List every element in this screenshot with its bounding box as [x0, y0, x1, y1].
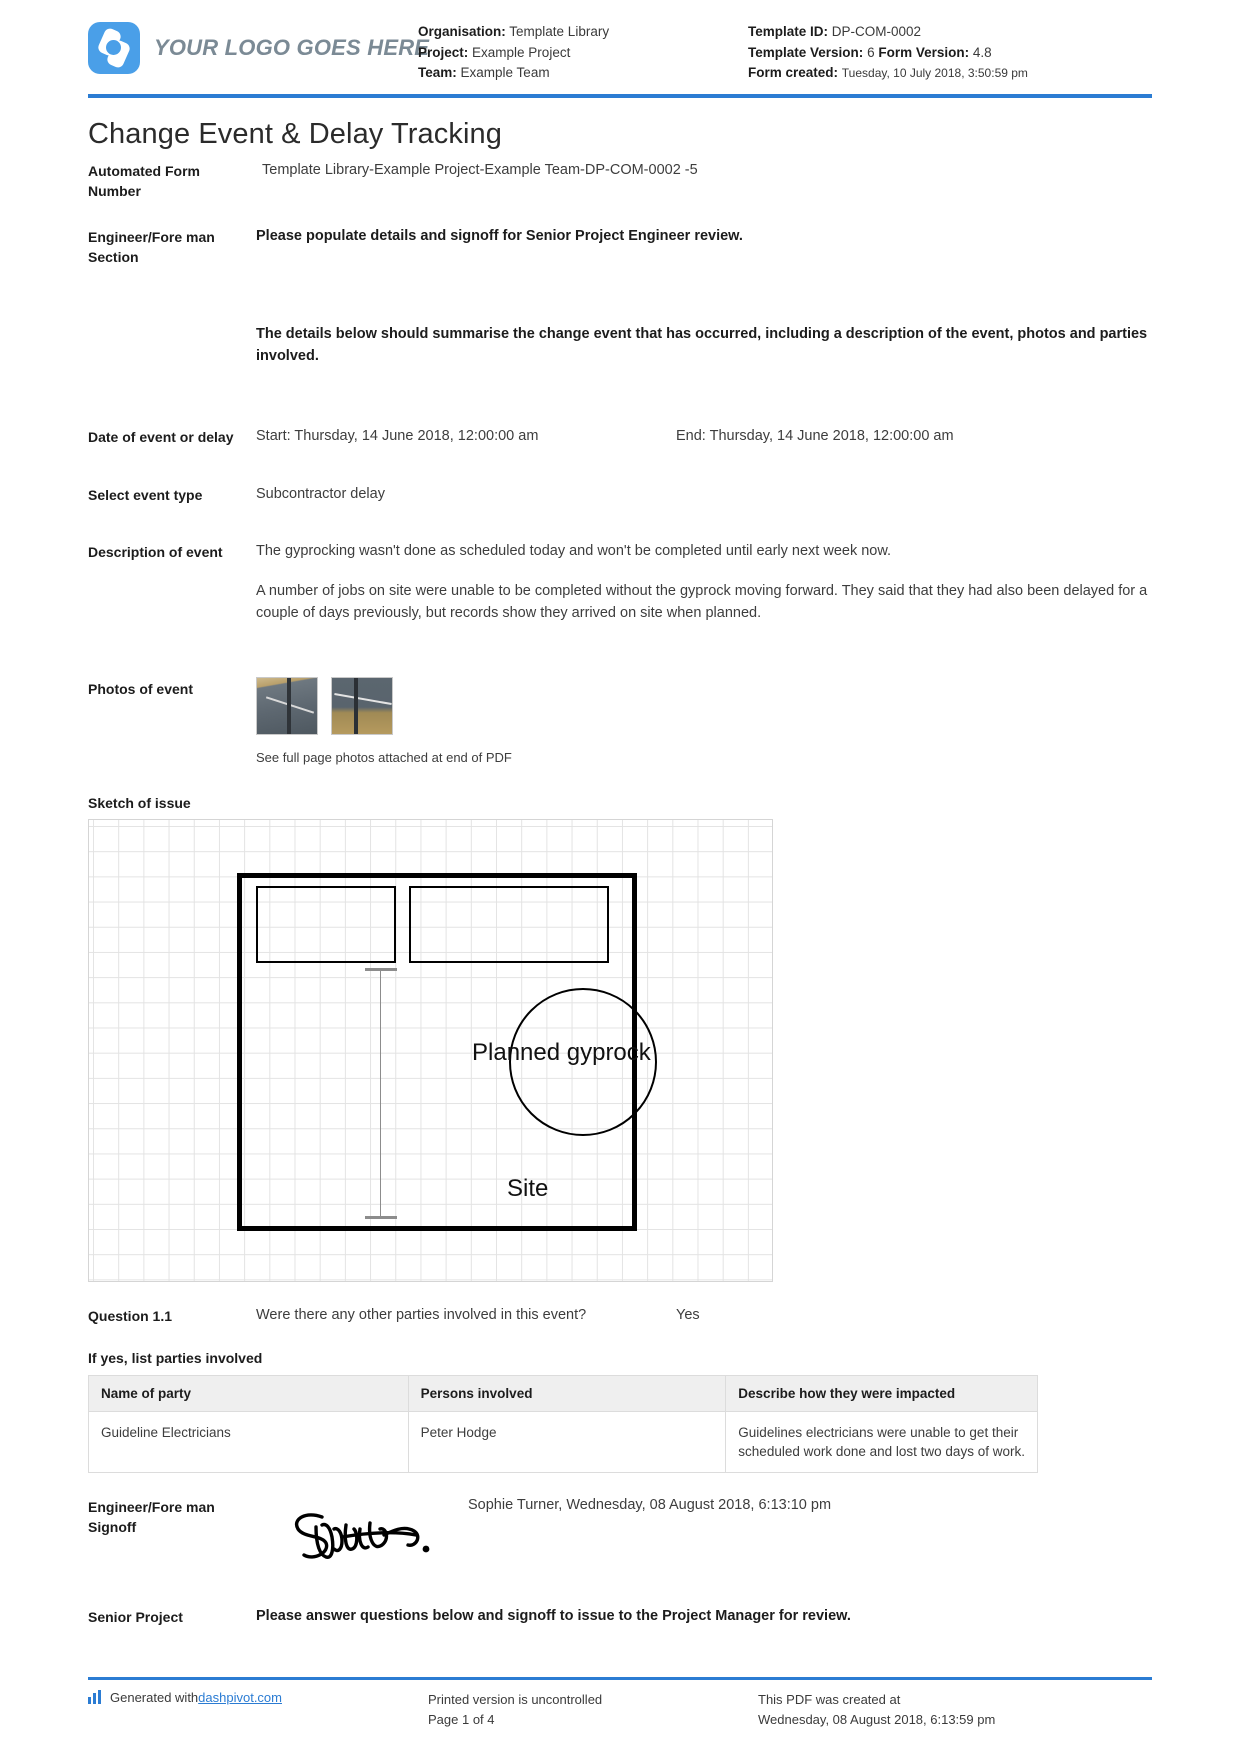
row-engineer-signoff: Engineer/Fore man Signoff Sophie Turner,…: [88, 1495, 1152, 1565]
team-line: Team: Example Team: [418, 63, 748, 84]
description-label: Description of event: [88, 543, 223, 560]
site-photo-2[interactable]: [331, 676, 393, 735]
row-description: Description of event The gyprocking wasn…: [88, 540, 1152, 624]
form-created-value: Tuesday, 10 July 2018, 3:50:59 pm: [841, 66, 1028, 80]
cell-persons-involved: Peter Hodge: [407, 1410, 727, 1473]
parties-subheading: If yes, list parties involved: [88, 1349, 263, 1366]
row-senior-project: Senior Project Please answer questions b…: [88, 1605, 1152, 1627]
team-label: Team:: [418, 65, 457, 80]
template-id-line: Template ID: DP-COM-0002: [748, 22, 1152, 43]
sketch-divider-cap-bottom: [365, 1215, 397, 1219]
row-automated-form-number: Automated Form Number Template Library-E…: [88, 159, 1152, 201]
project-line: Project: Example Project: [418, 43, 748, 64]
footer-created-timestamp: Wednesday, 08 August 2018, 6:13:59 pm: [758, 1712, 996, 1727]
page-title: Change Event & Delay Tracking: [88, 117, 502, 150]
footer-print-info: Printed version is uncontrolled Page 1 o…: [428, 1690, 758, 1730]
senior-project-instruction: Please answer questions below and signof…: [256, 1607, 851, 1624]
sketch-annotation-planned-gyprock: Planned gyprock: [472, 1038, 651, 1066]
footer-created-info: This PDF was created at Wednesday, 08 Au…: [758, 1690, 1152, 1730]
parties-table: Name of party Persons involved Describe …: [88, 1374, 1038, 1473]
row-photos: Photos of event See full page photos att…: [88, 676, 1152, 769]
dashpivot-logo-icon: [88, 1690, 103, 1704]
event-type-value: Subcontractor delay: [256, 485, 385, 502]
sketch-rect-left: [256, 885, 396, 963]
engineer-summary-spacer: [88, 323, 256, 325]
automated-form-number-value: Template Library-Example Project-Example…: [262, 161, 698, 178]
sketch-annotation-site: Site: [507, 1174, 549, 1202]
cell-impact: Guidelines electricians were unable to g…: [725, 1410, 1038, 1473]
template-version-label: Template Version:: [748, 44, 864, 60]
header-meta-right: Template ID: DP-COM-0002 Template Versio…: [748, 22, 1152, 84]
dashpivot-link[interactable]: dashpivot.com: [198, 1690, 282, 1705]
version-line: Template Version: 6 Form Version: 4.8: [748, 43, 1152, 64]
signature-sophie-icon: [294, 1512, 430, 1559]
header-divider: [88, 93, 1152, 98]
footer-created-line-1: This PDF was created at: [758, 1692, 901, 1707]
form-version-label: Form Version:: [878, 44, 970, 60]
logo-text: YOUR LOGO GOES HERE: [154, 35, 430, 60]
organisation-line: Organisation: Template Library: [418, 22, 748, 43]
project-label: Project:: [418, 44, 469, 60]
row-event-type: Select event type Subcontractor delay: [88, 483, 1152, 505]
column-header-persons-involved: Persons involved: [407, 1374, 727, 1412]
row-engineer-section: Engineer/Fore man Section Please populat…: [88, 225, 1152, 267]
signoff-label: Engineer/Fore man Signoff: [88, 1498, 215, 1535]
cell-name-of-party: Guideline Electricians: [88, 1410, 409, 1473]
signature-area: [256, 1495, 468, 1565]
footer-generated-with: Generated with dashpivot.com: [88, 1690, 428, 1730]
column-header-name-of-party: Name of party: [88, 1374, 409, 1412]
form-created-label: Form created:: [748, 65, 839, 80]
event-type-label: Select event type: [88, 486, 203, 503]
signoff-value: Sophie Turner, Wednesday, 08 August 2018…: [468, 1496, 832, 1513]
sketch-canvas[interactable]: Planned gyprock Site: [88, 818, 773, 1282]
row-question-1-1: Question 1.1 Were there any other partie…: [88, 1304, 1152, 1326]
photos-note: See full page photos attached at end of …: [256, 749, 512, 765]
footer-generated-prefix: Generated with: [110, 1690, 199, 1705]
description-paragraph-2: A number of jobs on site were unable to …: [256, 582, 1148, 621]
template-id-label: Template ID:: [748, 24, 829, 39]
column-header-impact: Describe how they were impacted: [725, 1374, 1038, 1412]
footer-divider: [88, 1677, 1152, 1680]
senior-project-label: Senior Project: [88, 1608, 183, 1625]
project-value: Example Project: [472, 44, 571, 60]
engineer-section-instruction: Please populate details and signoff for …: [256, 227, 743, 244]
table-header-row: Name of party Persons involved Describe …: [88, 1374, 1038, 1412]
question-text: Were there any other parties involved in…: [256, 1306, 587, 1323]
document-footer: Generated with dashpivot.com Printed ver…: [88, 1677, 1152, 1730]
date-end-value: End: Thursday, 14 June 2018, 12:00:00 am: [676, 427, 954, 444]
form-created-line: Form created: Tuesday, 10 July 2018, 3:5…: [748, 63, 1152, 84]
team-value: Example Team: [460, 65, 550, 80]
automated-form-number-label: Automated Form Number: [88, 162, 200, 199]
organisation-label: Organisation:: [418, 24, 506, 39]
photo-strip: [256, 676, 1152, 735]
logo-block: YOUR LOGO GOES HERE: [88, 22, 429, 74]
site-photo-1[interactable]: [256, 676, 318, 735]
date-of-event-label: Date of event or delay: [88, 428, 234, 445]
header-meta-left: Organisation: Template Library Project: …: [418, 22, 748, 84]
question-answer: Yes: [676, 1306, 700, 1323]
engineer-summary-text: The details below should summarise the c…: [256, 325, 1148, 364]
date-start-value: Start: Thursday, 14 June 2018, 12:00:00 …: [256, 427, 539, 444]
engineer-section-label: Engineer/Fore man Section: [88, 228, 215, 265]
description-paragraph-1: The gyprocking wasn't done as scheduled …: [256, 542, 892, 559]
footer-printed-line-1: Printed version is uncontrolled: [428, 1692, 603, 1707]
photos-label: Photos of event: [88, 680, 194, 697]
sketch-divider-line: [380, 969, 382, 1216]
company-logo-icon: [88, 22, 140, 74]
question-label: Question 1.1: [88, 1307, 173, 1324]
template-version-value: 6: [867, 44, 875, 60]
row-date-of-event: Date of event or delay Start: Thursday, …: [88, 425, 1152, 447]
form-version-value: 4.8: [972, 44, 992, 60]
footer-page-number: Page 1 of 4: [428, 1712, 495, 1727]
organisation-value: Template Library: [509, 24, 610, 39]
table-row: Guideline Electricians Peter Hodge Guide…: [88, 1410, 1038, 1473]
sketch-label: Sketch of issue: [88, 794, 191, 811]
document-page: YOUR LOGO GOES HERE Organisation: Templa…: [0, 0, 1240, 1754]
sketch-rect-right: [409, 885, 609, 963]
template-id-value: DP-COM-0002: [831, 24, 922, 39]
document-header: YOUR LOGO GOES HERE Organisation: Templa…: [88, 0, 1152, 94]
row-engineer-summary: The details below should summarise the c…: [88, 323, 1152, 367]
